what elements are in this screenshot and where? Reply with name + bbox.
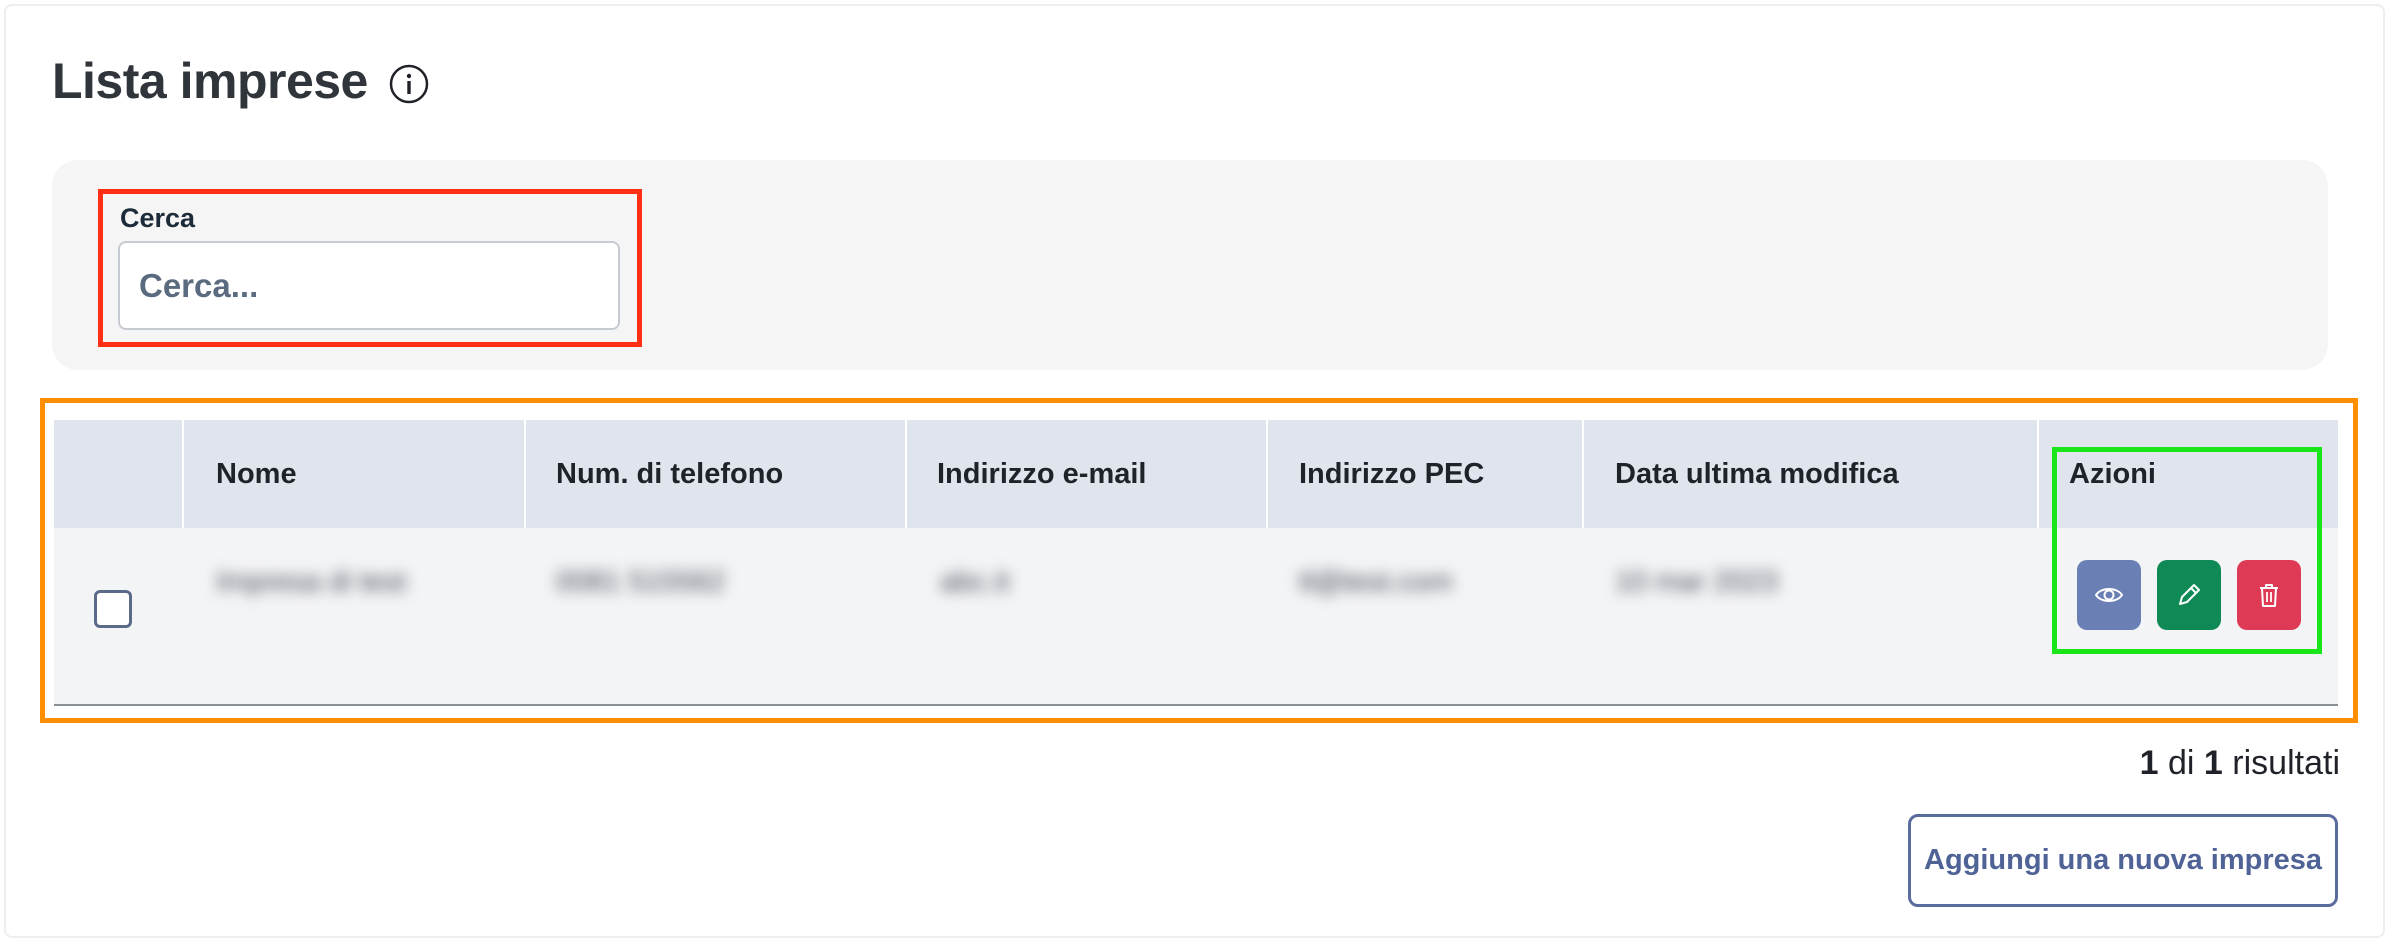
table-row bbox=[54, 528, 2338, 706]
results-current: 1 bbox=[2139, 744, 2159, 782]
results-count: 1 di 1 risultati bbox=[2140, 744, 2340, 783]
title-row: Lista imprese bbox=[52, 52, 430, 110]
column-header-nome[interactable]: Nome bbox=[216, 420, 297, 528]
cell-nome: Impresa di test bbox=[216, 566, 407, 598]
edit-button[interactable] bbox=[2157, 560, 2221, 630]
search-label: Cerca bbox=[120, 203, 196, 233]
eye-icon bbox=[2094, 588, 2124, 602]
trash-icon bbox=[2260, 584, 2278, 607]
results-suffix: risultati bbox=[2232, 744, 2340, 782]
column-divider bbox=[1582, 420, 1584, 528]
column-divider bbox=[2037, 420, 2039, 528]
page-title: Lista imprese bbox=[52, 53, 368, 109]
cell-data-modifica: 10 mar 2023 bbox=[1615, 566, 1778, 598]
column-header-email[interactable]: Indirizzo e-mail bbox=[937, 420, 1146, 528]
add-company-button[interactable]: Aggiungi una nuova impresa bbox=[1908, 814, 2338, 907]
column-divider bbox=[1266, 420, 1268, 528]
view-button[interactable] bbox=[2077, 560, 2141, 630]
column-divider bbox=[182, 420, 184, 528]
cell-pec: tl@test.com bbox=[1299, 566, 1453, 598]
results-separator: di bbox=[2168, 744, 2195, 782]
search-input[interactable] bbox=[118, 241, 620, 330]
row-checkbox[interactable] bbox=[94, 590, 132, 628]
column-divider bbox=[905, 420, 907, 528]
cell-telefono: 0081 515562 bbox=[556, 566, 726, 598]
column-header-pec[interactable]: Indirizzo PEC bbox=[1299, 420, 1484, 528]
column-divider bbox=[524, 420, 526, 528]
pencil-icon bbox=[2179, 584, 2200, 605]
info-circle-icon[interactable] bbox=[388, 63, 430, 105]
column-header-data-modifica[interactable]: Data ultima modifica bbox=[1615, 420, 1899, 528]
results-total: 1 bbox=[2203, 744, 2223, 782]
column-header-telefono[interactable]: Num. di telefono bbox=[556, 420, 783, 528]
delete-button[interactable] bbox=[2237, 560, 2301, 630]
cell-email: abc.it bbox=[940, 566, 1010, 598]
table-header bbox=[54, 420, 2338, 528]
